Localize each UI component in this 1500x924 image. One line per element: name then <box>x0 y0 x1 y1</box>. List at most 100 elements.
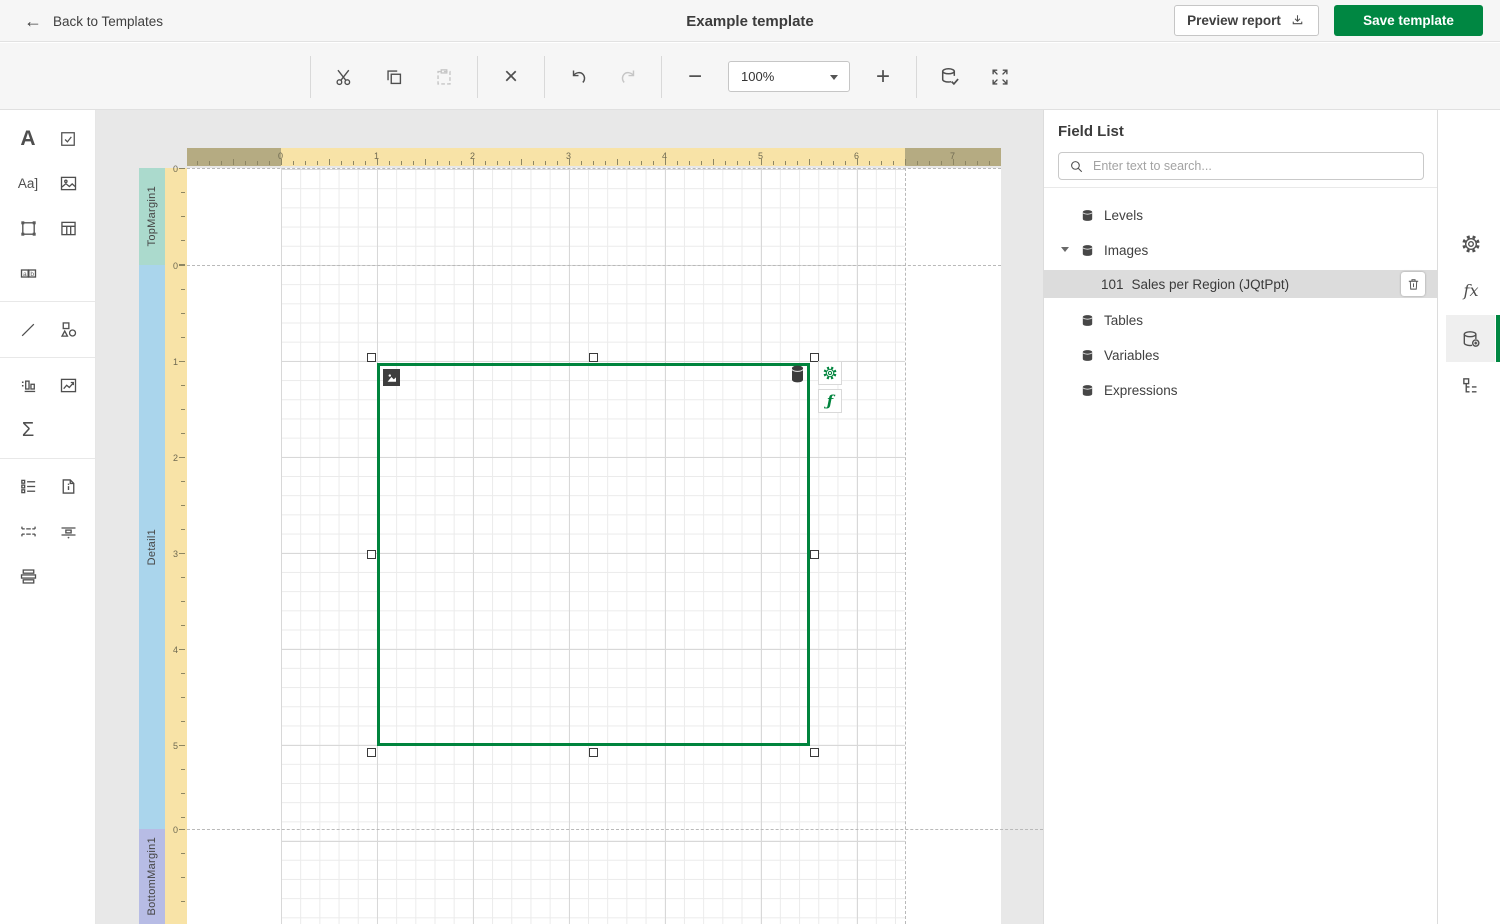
tool-list[interactable] <box>8 464 48 509</box>
h-ruler-number: 1 <box>374 151 379 161</box>
collapse-caret-icon[interactable] <box>1061 247 1069 252</box>
chevron-down-icon <box>830 75 838 80</box>
v-ruler-number: 0 <box>173 825 178 835</box>
checkbox-icon <box>58 129 78 149</box>
component-toolbox: A Aa] <box>0 110 96 924</box>
resize-handle-middle-right[interactable] <box>810 550 819 559</box>
rail-formulas-button[interactable]: fx <box>1447 267 1495 314</box>
delete-button[interactable]: × <box>486 57 536 97</box>
element-formula-button[interactable]: ƒ <box>818 389 842 413</box>
v-ruler-number: 4 <box>173 645 178 655</box>
tool-bar-chart[interactable] <box>8 363 48 408</box>
page-break-icon <box>18 521 39 542</box>
delete-field-button[interactable] <box>1401 272 1425 296</box>
zoom-level-select[interactable]: 100% <box>728 61 850 92</box>
validate-data-button[interactable] <box>925 57 975 97</box>
v-ruler-number: 5 <box>173 741 178 751</box>
back-to-templates-button[interactable]: ← Back to Templates <box>24 0 163 42</box>
rail-settings-button[interactable] <box>1447 220 1495 267</box>
app-header: ← Back to Templates Example template Pre… <box>0 0 1500 42</box>
undo-icon <box>567 65 590 88</box>
field-label: Sales per Region (JQtPpt) <box>1132 277 1290 292</box>
tree-item-tables[interactable]: Tables <box>1044 311 1438 329</box>
tree-item-images[interactable]: Images <box>1044 241 1438 259</box>
tool-rich-text[interactable]: Aa] <box>8 161 48 206</box>
element-settings-button[interactable] <box>818 361 842 385</box>
panel-divider <box>1044 187 1438 188</box>
h-ruler-number: 2 <box>470 151 475 161</box>
resize-handle-top-middle[interactable] <box>589 353 598 362</box>
tool-cellular-text[interactable]: a b <box>8 251 48 296</box>
tool-table[interactable] <box>48 206 88 251</box>
tool-image[interactable] <box>48 161 88 206</box>
save-template-label: Save template <box>1363 13 1454 28</box>
vertical-ruler: 00123450 <box>165 168 187 924</box>
tool-line-chart[interactable] <box>48 363 88 408</box>
rail-field-list-button-active[interactable] <box>1447 315 1495 362</box>
cut-button[interactable] <box>319 57 369 97</box>
tool-shapes[interactable] <box>48 307 88 352</box>
database-icon <box>1080 383 1095 398</box>
band-bottommargin[interactable]: BottomMargin1 <box>139 829 165 924</box>
undo-button[interactable] <box>553 57 603 97</box>
tree-item-image-field-selected[interactable]: 101 Sales per Region (JQtPpt) <box>1044 270 1438 298</box>
page-title: Example template <box>686 0 814 42</box>
resize-handle-middle-left[interactable] <box>367 550 376 559</box>
database-check-icon <box>938 65 962 89</box>
resize-handle-bottom-middle[interactable] <box>589 748 598 757</box>
band-bottommargin-label: BottomMargin1 <box>146 837 158 916</box>
tool-frame[interactable] <box>8 206 48 251</box>
paste-button[interactable] <box>419 57 469 97</box>
database-add-icon <box>1460 328 1482 350</box>
design-canvas[interactable]: 01234567 TopMargin1 Detail1 BottomMargin… <box>96 110 1043 924</box>
h-ruler-number: 0 <box>278 151 283 161</box>
tool-band-layout[interactable] <box>8 554 48 599</box>
tool-checkbox[interactable] <box>48 116 88 161</box>
tool-horizontal-line[interactable] <box>48 509 88 554</box>
rail-structure-button[interactable] <box>1447 362 1495 409</box>
image-type-badge <box>383 369 400 386</box>
selected-image-element[interactable] <box>377 363 810 746</box>
zoom-in-button[interactable]: + <box>858 57 908 97</box>
v-ruler-number: 0 <box>173 261 178 271</box>
tree-item-levels[interactable]: Levels <box>1044 206 1438 224</box>
redo-icon <box>617 65 640 88</box>
gear-icon <box>1460 233 1482 255</box>
svg-text:a: a <box>22 271 26 278</box>
fullscreen-button[interactable] <box>975 57 1025 97</box>
text-icon: A <box>20 127 35 151</box>
database-badge-icon <box>790 364 805 384</box>
info-page-icon <box>58 476 79 497</box>
tool-text[interactable]: A <box>8 116 48 161</box>
toolbar-separator <box>477 56 478 98</box>
rich-text-icon: Aa] <box>18 176 38 191</box>
tool-info-page[interactable] <box>48 464 88 509</box>
field-search-box[interactable] <box>1058 152 1424 180</box>
tool-line[interactable] <box>8 307 48 352</box>
frame-icon <box>18 218 39 239</box>
zoom-level-value: 100% <box>741 69 774 84</box>
h-ruler-number: 7 <box>950 151 955 161</box>
tree-item-label: Levels <box>1104 208 1143 223</box>
search-input[interactable] <box>1093 159 1414 173</box>
tool-page-break[interactable] <box>8 509 48 554</box>
database-icon <box>1080 243 1095 258</box>
band-topmargin-label: TopMargin1 <box>146 186 158 246</box>
tree-item-expressions[interactable]: Expressions <box>1044 381 1438 399</box>
resize-handle-bottom-right[interactable] <box>810 748 819 757</box>
database-icon <box>1080 348 1095 363</box>
redo-button[interactable] <box>603 57 653 97</box>
save-template-button[interactable]: Save template <box>1334 5 1483 36</box>
preview-report-button[interactable]: Preview report <box>1174 5 1319 36</box>
horizontal-line-icon <box>58 521 79 542</box>
zoom-out-button[interactable]: − <box>670 57 720 97</box>
resize-handle-top-left[interactable] <box>367 353 376 362</box>
band-topmargin[interactable]: TopMargin1 <box>139 168 165 265</box>
band-detail[interactable]: Detail1 <box>139 265 165 829</box>
copy-button[interactable] <box>369 57 419 97</box>
field-list-title: Field List <box>1058 123 1124 140</box>
resize-handle-bottom-left[interactable] <box>367 748 376 757</box>
tool-formula[interactable]: Σ <box>8 408 48 453</box>
tree-item-variables[interactable]: Variables <box>1044 346 1438 364</box>
svg-text:b: b <box>30 271 34 278</box>
